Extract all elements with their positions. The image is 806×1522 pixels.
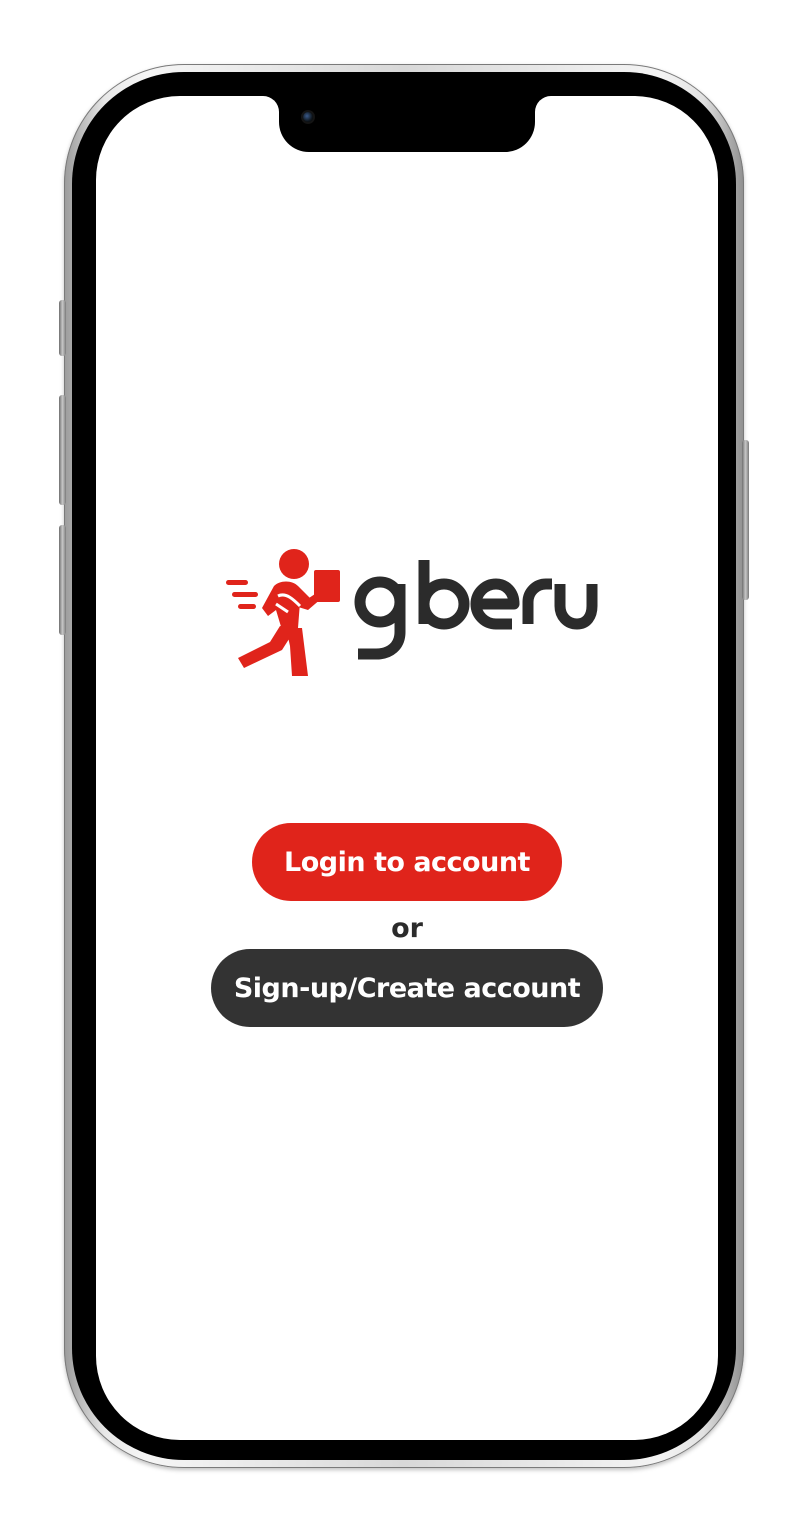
mute-switch <box>59 300 66 356</box>
delivery-runner-icon <box>226 549 340 676</box>
signup-button[interactable]: Sign-up/Create account <box>211 949 603 1027</box>
front-camera <box>303 112 313 122</box>
notch <box>279 96 535 152</box>
volume-down-button <box>59 525 66 635</box>
brand-wordmark <box>354 560 598 660</box>
app-logo <box>222 544 598 678</box>
auth-actions: Login to account or Sign-up/Create accou… <box>96 823 718 1027</box>
app-screen: Login to account or Sign-up/Create accou… <box>96 96 718 1440</box>
login-button[interactable]: Login to account <box>252 823 562 901</box>
volume-up-button <box>59 395 66 505</box>
power-button <box>742 440 749 600</box>
device-mockup: Login to account or Sign-up/Create accou… <box>0 0 806 1522</box>
or-separator: or <box>391 913 423 944</box>
